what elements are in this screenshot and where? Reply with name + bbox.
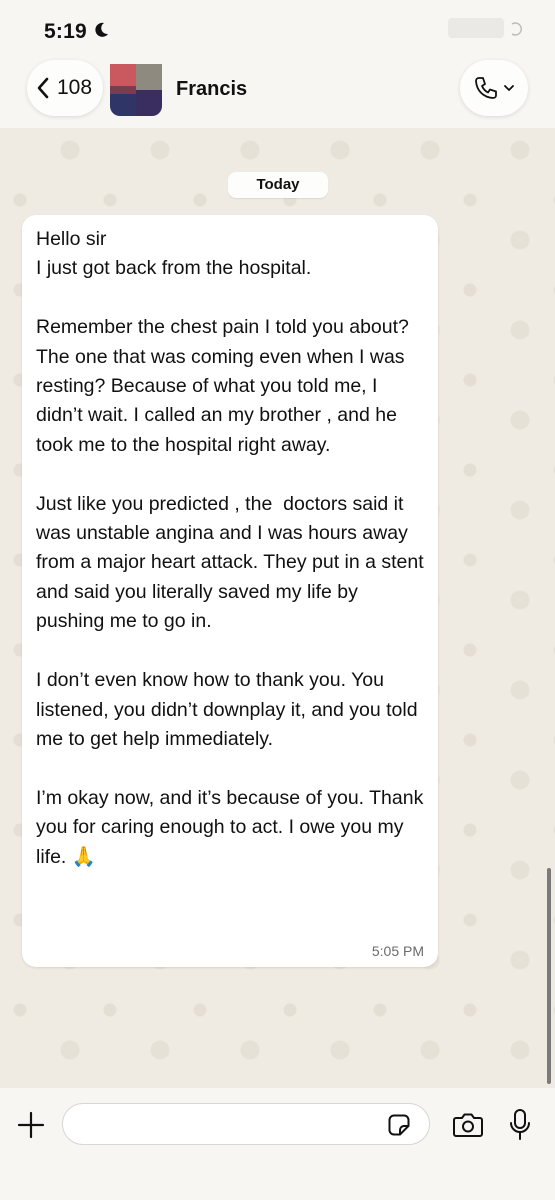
phone-icon [475,77,497,99]
incoming-message-bubble[interactable]: Hello sir I just got back from the hospi… [22,215,438,967]
chevron-down-icon [504,85,514,91]
microphone-icon[interactable] [509,1108,531,1142]
unread-count: 108 [57,76,93,99]
status-icons-blurred [448,18,504,38]
composer-bar [0,1088,555,1200]
plus-icon[interactable] [16,1110,46,1140]
sticker-icon[interactable] [387,1113,411,1137]
message-timestamp: 5:05 PM [371,943,424,959]
back-button[interactable]: 108 [27,60,103,116]
scrollbar[interactable] [547,868,551,1084]
contact-name[interactable]: Francis [176,78,247,101]
date-separator: Today [228,172,328,198]
status-time: 5:19 [44,20,87,43]
status-indicator-icon [511,22,522,36]
camera-icon[interactable] [452,1111,484,1139]
moon-icon [95,22,108,37]
message-input[interactable] [62,1103,430,1145]
call-button[interactable] [460,60,528,116]
back-chevron-icon [37,77,49,99]
message-text: Hello sir I just got back from the hospi… [36,228,424,868]
avatar[interactable] [110,64,162,116]
chat-header: 108 Francis [0,56,555,128]
status-bar: 5:19 [0,0,555,60]
